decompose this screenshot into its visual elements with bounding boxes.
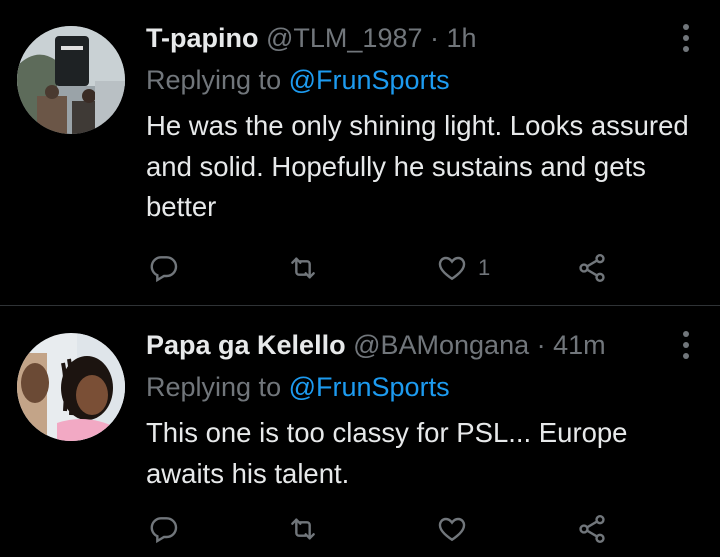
- replying-to: Replying to @FrunSports: [146, 369, 450, 405]
- tweet-divider: [0, 305, 720, 306]
- share-button[interactable]: [576, 509, 608, 549]
- heart-icon: [438, 517, 466, 542]
- more-icon[interactable]: [682, 24, 690, 52]
- share-icon: [579, 254, 605, 282]
- timestamp[interactable]: 41m: [553, 330, 606, 360]
- avatar-image: [17, 26, 125, 134]
- tweet-header: T-papino @TLM_1987 · 1h: [146, 20, 477, 56]
- timestamp[interactable]: 1h: [447, 23, 477, 53]
- replying-prefix: Replying to: [146, 65, 282, 95]
- retweet-button[interactable]: [287, 248, 319, 288]
- avatar-image: [17, 333, 125, 441]
- action-bar: 1: [146, 248, 666, 288]
- tweet[interactable]: Papa ga Kelello @BAMongana · 41m Replyin…: [0, 307, 720, 557]
- separator: ·: [536, 330, 546, 360]
- user-handle[interactable]: @TLM_1987: [266, 23, 423, 53]
- reply-button[interactable]: [148, 509, 180, 549]
- heart-icon: [438, 256, 466, 281]
- separator: ·: [430, 23, 440, 53]
- share-button[interactable]: [576, 248, 608, 288]
- retweet-icon: [291, 257, 315, 279]
- tweet-text: This one is too classy for PSL... Europe…: [146, 417, 628, 489]
- replying-to: Replying to @FrunSports: [146, 62, 450, 98]
- replying-prefix: Replying to: [146, 372, 282, 402]
- tweet-header: Papa ga Kelello @BAMongana · 41m: [146, 327, 606, 363]
- share-icon: [579, 515, 605, 543]
- avatar[interactable]: [17, 26, 125, 134]
- mention-link[interactable]: @FrunSports: [289, 65, 450, 95]
- reply-icon: [150, 256, 178, 283]
- tweet-text: He was the only shining light. Looks ass…: [146, 110, 689, 222]
- like-button[interactable]: 1: [436, 248, 490, 288]
- reply-button[interactable]: [148, 248, 180, 288]
- user-handle[interactable]: @BAMongana: [353, 330, 529, 360]
- display-name[interactable]: T-papino: [146, 23, 258, 53]
- display-name[interactable]: Papa ga Kelello: [146, 330, 346, 360]
- mention-link[interactable]: @FrunSports: [289, 372, 450, 402]
- like-button[interactable]: [436, 509, 478, 549]
- tweet[interactable]: T-papino @TLM_1987 · 1h Replying to @Fru…: [0, 0, 720, 306]
- reply-icon: [150, 517, 178, 544]
- more-icon[interactable]: [682, 331, 690, 359]
- retweet-button[interactable]: [287, 509, 319, 549]
- retweet-icon: [291, 518, 315, 540]
- like-count: 1: [478, 255, 491, 280]
- avatar[interactable]: [17, 333, 125, 441]
- action-bar: [146, 509, 666, 549]
